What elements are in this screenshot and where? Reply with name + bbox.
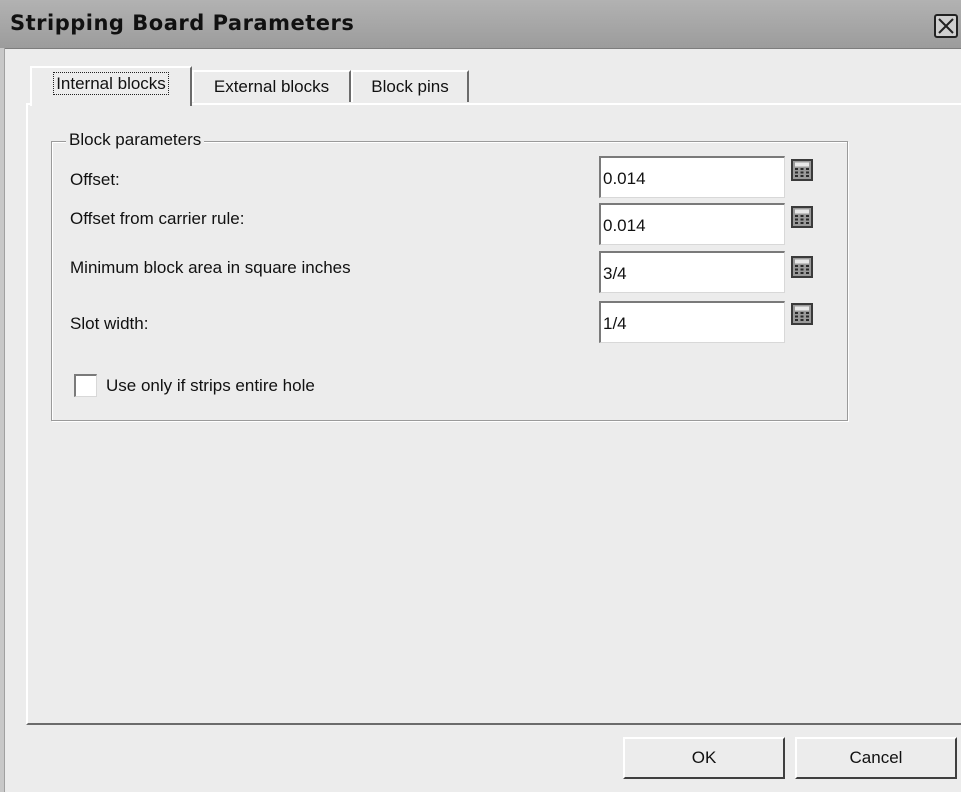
tab-label: Block pins [371, 77, 449, 96]
calculator-icon [791, 206, 813, 228]
tab-block-pins[interactable]: Block pins [351, 70, 469, 102]
calculator-icon [791, 159, 813, 181]
tab-label: Internal blocks [53, 72, 169, 95]
offset-label: Offset: [70, 170, 120, 189]
offset-calculator-button[interactable] [790, 158, 814, 182]
use-only-if-strips-entire-hole-checkbox[interactable] [74, 374, 97, 397]
calculator-icon [791, 256, 813, 278]
close-icon [938, 18, 954, 34]
offset-from-carrier-rule-label: Offset from carrier rule: [70, 209, 245, 228]
ok-button[interactable]: OK [623, 737, 785, 779]
calculator-icon [791, 303, 813, 325]
minimum-block-area-label: Minimum block area in square inches [70, 258, 351, 277]
close-button[interactable] [934, 14, 958, 38]
window-border [0, 48, 5, 792]
minimum-block-area-input[interactable] [599, 251, 785, 293]
offset-input[interactable] [599, 156, 785, 198]
slot-width-input[interactable] [599, 301, 785, 343]
slot-width-label: Slot width: [70, 314, 149, 333]
tab-label: External blocks [213, 77, 330, 96]
offset-from-carrier-rule-input[interactable] [599, 203, 785, 245]
use-only-if-strips-entire-hole-label[interactable]: Use only if strips entire hole [106, 376, 315, 396]
tab-external-blocks[interactable]: External blocks [192, 70, 351, 102]
group-title: Block parameters [66, 130, 205, 150]
dialog-title: Stripping Board Parameters [10, 11, 355, 35]
offset-from-carrier-rule-calculator-button[interactable] [790, 205, 814, 229]
slot-width-calculator-button[interactable] [790, 302, 814, 326]
dialog-window: Stripping Board Parameters Internal bloc… [0, 0, 961, 792]
tab-internal-blocks[interactable]: Internal blocks [30, 66, 192, 106]
title-bar[interactable]: Stripping Board Parameters [0, 0, 961, 49]
minimum-block-area-calculator-button[interactable] [790, 255, 814, 279]
cancel-button[interactable]: Cancel [795, 737, 957, 779]
